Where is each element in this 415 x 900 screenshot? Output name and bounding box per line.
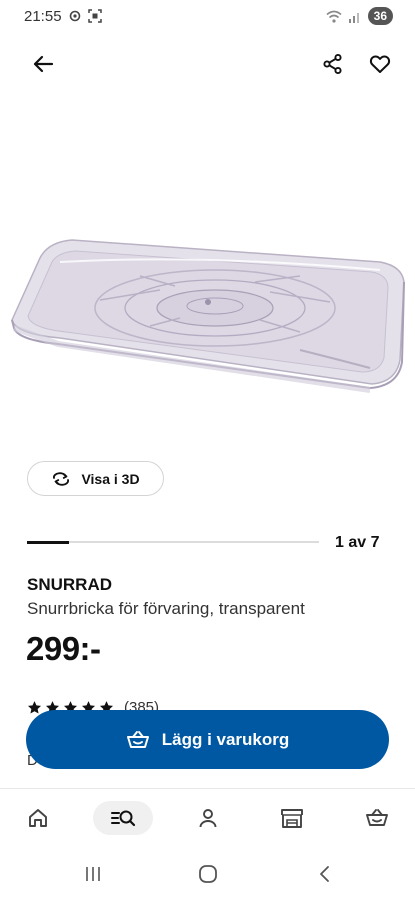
gallery-progress (27, 540, 319, 544)
home-circle-icon (199, 865, 217, 883)
system-nav (0, 848, 415, 900)
rotate-3d-icon (53, 471, 70, 486)
store-icon (281, 809, 303, 828)
nav-store[interactable] (262, 801, 322, 835)
home-icon (29, 809, 47, 827)
product-name: SNURRAD (27, 575, 112, 594)
nav-home[interactable] (8, 801, 68, 835)
view-3d-label: Visa i 3D (81, 470, 140, 487)
recent-apps-button[interactable] (78, 862, 108, 886)
top-bar (0, 44, 415, 84)
status-bar: 21:55 36 (0, 0, 415, 34)
bottom-nav (0, 788, 415, 848)
share-button[interactable] (317, 48, 349, 80)
star-icon (27, 700, 42, 713)
system-back-button[interactable] (310, 862, 340, 886)
back-button[interactable] (27, 48, 59, 80)
basket-nav-icon (366, 809, 388, 826)
back-arrow-icon (33, 55, 54, 73)
add-to-cart-button[interactable]: Lägg i varukorg (26, 710, 389, 769)
status-time: 21:55 (24, 8, 62, 25)
favorite-button[interactable] (364, 48, 396, 80)
product-tray-image (11, 239, 405, 393)
basket-icon (126, 730, 149, 748)
add-to-cart-label: Lägg i varukorg (161, 729, 290, 749)
product-price: 299:- (26, 630, 101, 667)
system-home-button[interactable] (193, 862, 223, 886)
screenshot-icon (88, 9, 102, 23)
battery-indicator: 36 (367, 7, 393, 25)
view-3d-button[interactable]: Visa i 3D (27, 461, 164, 496)
recent-apps-icon (86, 867, 100, 881)
settings-icon (69, 10, 81, 22)
back-chevron-icon (320, 866, 329, 882)
product-description: Snurrbricka för förvaring, transparent (27, 599, 305, 618)
nav-profile[interactable] (178, 801, 238, 835)
gallery-progress-fill (27, 540, 69, 544)
signal-icon (348, 12, 359, 23)
nav-basket[interactable] (347, 801, 407, 835)
share-icon (323, 53, 342, 75)
nav-search[interactable] (93, 801, 153, 835)
search-icon (111, 810, 136, 827)
gallery-page-indicator: 1 av 7 (335, 534, 380, 551)
product-image[interactable] (0, 210, 415, 410)
profile-icon (199, 809, 217, 828)
heart-icon (369, 55, 391, 73)
wifi-icon (326, 10, 342, 23)
